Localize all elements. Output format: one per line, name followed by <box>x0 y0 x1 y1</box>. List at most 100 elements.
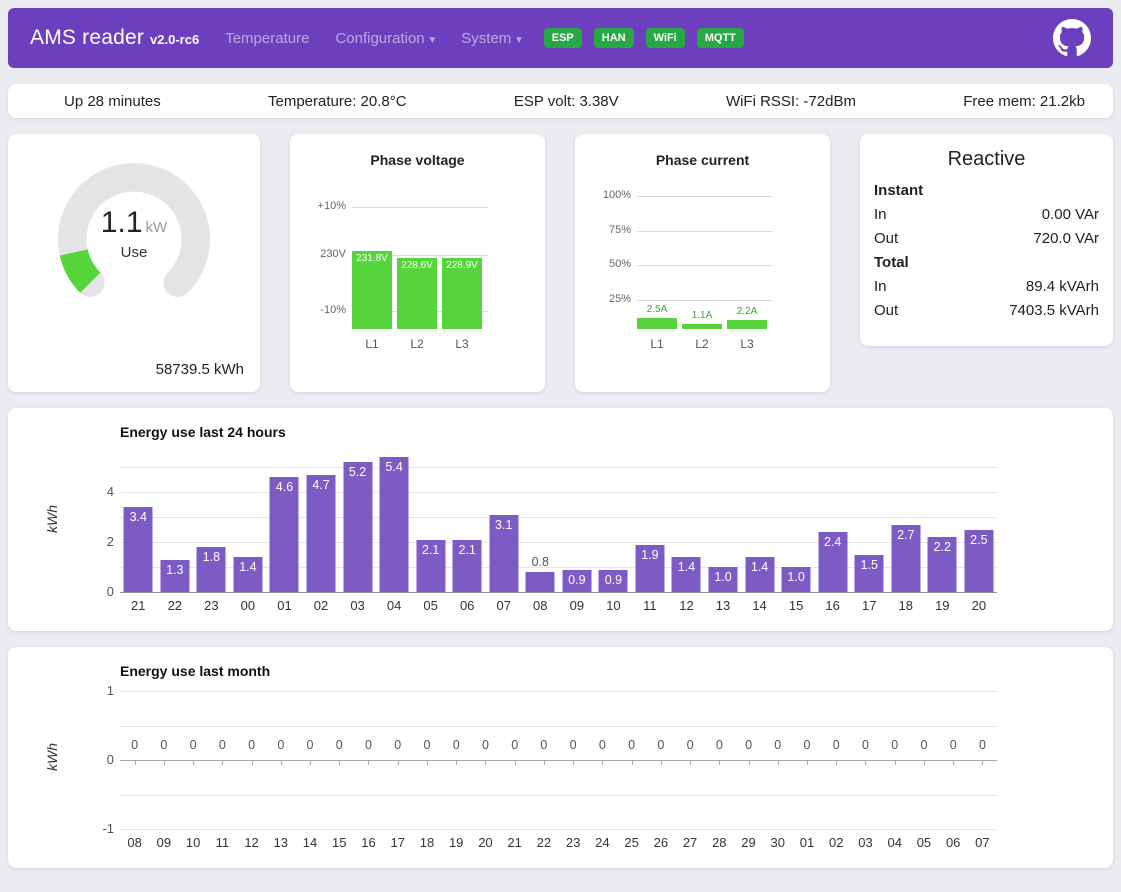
phase-current-title: Phase current <box>575 152 830 168</box>
y-tick-label: 1 <box>86 683 114 698</box>
nav-temperature[interactable]: Temperature <box>225 30 309 47</box>
axis-tick <box>252 760 253 765</box>
x-tick-label: 06 <box>939 835 968 850</box>
x-tick-label: 13 <box>266 835 295 850</box>
bar-slot: 0 <box>705 691 734 829</box>
bar-slot: 3.1 <box>485 452 522 592</box>
axis-tick <box>193 760 194 765</box>
bar-slot: 0 <box>617 691 646 829</box>
bar-value-label: 1.4 <box>230 560 267 574</box>
bar-slot: 0 <box>646 691 675 829</box>
bar-slot: 0 <box>909 691 938 829</box>
reactive-row-value: 89.4 kVArh <box>1026 275 1099 299</box>
x-tick-label: L3 <box>442 337 482 351</box>
bar-value-label: 2.1 <box>412 543 449 557</box>
chevron-down-icon: ▾ <box>430 34 436 46</box>
nav-configuration-label: Configuration <box>335 30 424 47</box>
bar-slot: 0 <box>442 691 471 829</box>
x-tick-label: 29 <box>734 835 763 850</box>
bar-slot: 3.4 <box>120 452 157 592</box>
y-axis-unit: kWh <box>44 743 60 771</box>
bar-slot: 0 <box>266 691 295 829</box>
nav-configuration[interactable]: Configuration ▾ <box>335 30 435 47</box>
x-tick-label: 01 <box>792 835 821 850</box>
bar-value-label: 2.1 <box>449 543 486 557</box>
phase-bars: 231.8V 228.6V228.9V <box>352 251 488 329</box>
bar-value-label: 231.8V <box>352 253 392 264</box>
bar-value-label: 0 <box>295 738 324 752</box>
bar: 1.1A <box>682 324 722 329</box>
phase-current-plot: 100%75%50%25%2.5A1.1A2.2A <box>637 192 773 329</box>
reactive-row-label: In <box>874 203 887 227</box>
github-link[interactable] <box>1053 19 1091 57</box>
axis-tick <box>807 760 808 765</box>
bar <box>343 462 372 592</box>
x-tick-label: 05 <box>412 598 449 613</box>
bar: 228.9V <box>442 258 482 329</box>
nav-system[interactable]: System▾ <box>461 30 522 47</box>
reactive-row: Out 720.0 VAr <box>874 227 1099 251</box>
bar-value-label: 4.6 <box>266 480 303 494</box>
bar-value-label: 0 <box>705 738 734 752</box>
x-tick-label: 07 <box>968 835 997 850</box>
bar-slot: 1.4 <box>741 452 778 592</box>
bar-slot: 0 <box>237 691 266 829</box>
phase-voltage-card: Phase voltage +10%230V-10%231.8V228.6V22… <box>290 134 545 392</box>
bar-value-label: 0 <box>880 738 909 752</box>
bar-value-label: 1.4 <box>741 560 778 574</box>
nav-system-label: System <box>461 30 511 47</box>
bar-value-label: 0 <box>529 738 558 752</box>
reactive-row-value: 0.00 VAr <box>1042 203 1099 227</box>
y-tick-label: -10% <box>296 304 346 316</box>
bar-value-label: 1.9 <box>632 548 669 562</box>
bar-slot: 0 <box>880 691 909 829</box>
x-tick-label: 03 <box>339 598 376 613</box>
bar-slot: 0 <box>325 691 354 829</box>
reactive-row-label: Out <box>874 227 898 251</box>
bar-value-label: 0 <box>266 738 295 752</box>
bar-slot: 1.8 <box>193 452 230 592</box>
bar-slot: 2.4 <box>814 452 851 592</box>
x-tick-label: 12 <box>668 598 705 613</box>
gauge-unit: kW <box>146 219 168 236</box>
axis-tick <box>515 760 516 765</box>
bar-value-label: 0 <box>500 738 529 752</box>
bar-value-label: 0 <box>822 738 851 752</box>
x-tick-label: L1 <box>637 337 677 351</box>
x-tick-label: 05 <box>909 835 938 850</box>
bar-slot: 0 <box>822 691 851 829</box>
x-tick-label: 02 <box>303 598 340 613</box>
bar-slot: 0.8 <box>522 452 559 592</box>
gauge-value: 1.1 <box>101 206 143 239</box>
gridline <box>352 207 488 208</box>
status-item: Temperature: 20.8°C <box>268 93 407 110</box>
bar-value-label: 0 <box>763 738 792 752</box>
phase-bars: 2.5A1.1A2.2A <box>637 318 773 329</box>
bar-slot: 2.2 <box>924 452 961 592</box>
y-tick-label: 75% <box>581 224 631 236</box>
bar-slot: 0 <box>500 691 529 829</box>
axis-tick <box>690 760 691 765</box>
x-tick-label: L3 <box>727 337 767 351</box>
bar-value-label: 0 <box>559 738 588 752</box>
axis-tick <box>602 760 603 765</box>
status-item: Up 28 minutes <box>64 93 161 110</box>
bar: 228.6V <box>397 258 437 329</box>
x-tick-label: 25 <box>617 835 646 850</box>
bar-value-label: 3.1 <box>485 518 522 532</box>
x-tick-label: 03 <box>851 835 880 850</box>
bar: 2.5A <box>637 318 677 329</box>
axis-tick <box>135 760 136 765</box>
x-tick-label: 16 <box>814 598 851 613</box>
bar-value-label: 0 <box>208 738 237 752</box>
axis-tick <box>398 760 399 765</box>
axis-tick <box>895 760 896 765</box>
bar-slot: 2.5 <box>961 452 998 592</box>
phase-current-xlabels: L1L2L3 <box>637 337 773 351</box>
bar-slot: 2.1 <box>412 452 449 592</box>
reactive-row-label: In <box>874 275 887 299</box>
x-tick-label: 15 <box>778 598 815 613</box>
bar-value-label: 0 <box>646 738 675 752</box>
bar-value-label: 0 <box>442 738 471 752</box>
bar <box>526 572 555 592</box>
